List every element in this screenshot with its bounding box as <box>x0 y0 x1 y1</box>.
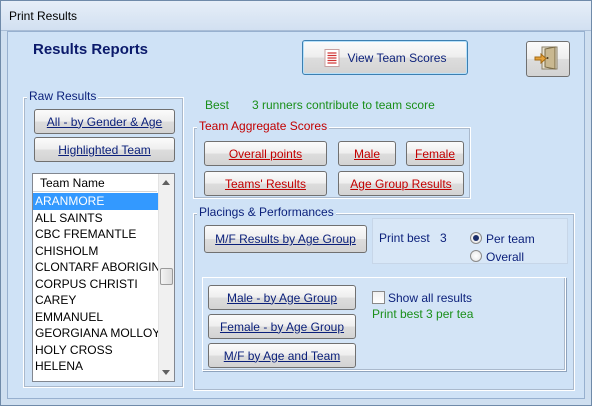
team-name-column-header[interactable]: Team Name <box>33 174 157 192</box>
overall-label[interactable]: Overall <box>486 250 524 264</box>
team-list-item[interactable]: CORPUS CHRISTI <box>33 276 159 293</box>
team-list-item[interactable]: ALL SAINTS <box>33 210 159 227</box>
team-list-item[interactable]: CAREY <box>33 292 159 309</box>
scroll-down-icon[interactable] <box>162 370 170 375</box>
show-all-results-label[interactable]: Show all results <box>388 291 472 305</box>
teams-results-button[interactable]: Teams' Results <box>204 171 327 196</box>
print-best-per-team-text: Print best 3 per tea <box>372 307 474 321</box>
per-team-label[interactable]: Per team <box>486 232 535 246</box>
team-list-item[interactable]: EMMANUEL <box>33 309 159 326</box>
female-by-age-group-button[interactable]: Female - by Age Group <box>208 314 356 339</box>
team-rows: ARANMORE ALL SAINTS CBC FREMANTLE CHISHOLM C… <box>33 193 159 375</box>
team-list-item[interactable]: CHISHOLM <box>33 243 159 260</box>
window-title: Print Results <box>9 9 78 23</box>
male-by-age-group-button[interactable]: Male - by Age Group <box>208 285 356 310</box>
page-title: Results Reports <box>33 41 149 58</box>
best-info-text: 3 runners contribute to team score <box>252 98 435 112</box>
team-aggregate-label: Team Aggregate Scores <box>197 119 330 133</box>
team-list-item[interactable]: CLONTARF ABORIGINAL <box>33 259 159 276</box>
client-area: Results Reports View Team Scores Best 3 … <box>7 31 585 399</box>
view-team-scores-label: View Team Scores <box>347 50 447 65</box>
team-list-item[interactable]: GEORGIANA MOLLOY <box>33 325 159 342</box>
view-team-scores-button[interactable]: View Team Scores <box>302 40 468 75</box>
title-bar: Print Results <box>1 1 591 31</box>
team-list-item[interactable]: HOLY CROSS <box>33 342 159 359</box>
print-best-value: 3 <box>440 231 447 245</box>
mf-results-by-age-group-button[interactable]: M/F Results by Age Group <box>204 225 367 253</box>
highlighted-team-button[interactable]: Highlighted Team <box>34 137 175 162</box>
show-all-results-checkbox[interactable] <box>372 291 385 304</box>
team-list-item[interactable]: CBC FREMANTLE <box>33 226 159 243</box>
placings-label: Placings & Performances <box>197 205 336 219</box>
team-list-item[interactable]: HELENA <box>33 358 159 375</box>
exit-door-icon <box>533 45 563 74</box>
raw-results-label: Raw Results <box>27 89 99 103</box>
best-label: Best <box>205 98 230 112</box>
print-results-window: Print Results Results Reports View Team … <box>0 0 592 406</box>
per-team-radio[interactable] <box>470 232 482 244</box>
scroll-up-icon[interactable] <box>162 180 170 185</box>
female-button[interactable]: Female <box>406 141 464 166</box>
document-icon <box>324 48 340 67</box>
all-by-gender-age-button[interactable]: All - by Gender & Age <box>34 109 175 134</box>
team-list-scrollbar[interactable] <box>158 174 174 381</box>
scroll-thumb[interactable] <box>160 268 173 285</box>
overall-points-button[interactable]: Overall points <box>204 141 327 166</box>
team-list-item[interactable]: ARANMORE <box>33 193 159 210</box>
team-list[interactable]: Team Name ARANMORE ALL SAINTS CBC FREMANTL… <box>32 173 175 382</box>
overall-radio[interactable] <box>470 250 482 262</box>
print-best-label: Print best <box>379 231 430 245</box>
male-button[interactable]: Male <box>338 141 396 166</box>
age-group-results-button[interactable]: Age Group Results <box>338 171 464 196</box>
mf-by-age-and-team-button[interactable]: M/F by Age and Team <box>208 343 356 368</box>
exit-button[interactable] <box>526 41 570 77</box>
